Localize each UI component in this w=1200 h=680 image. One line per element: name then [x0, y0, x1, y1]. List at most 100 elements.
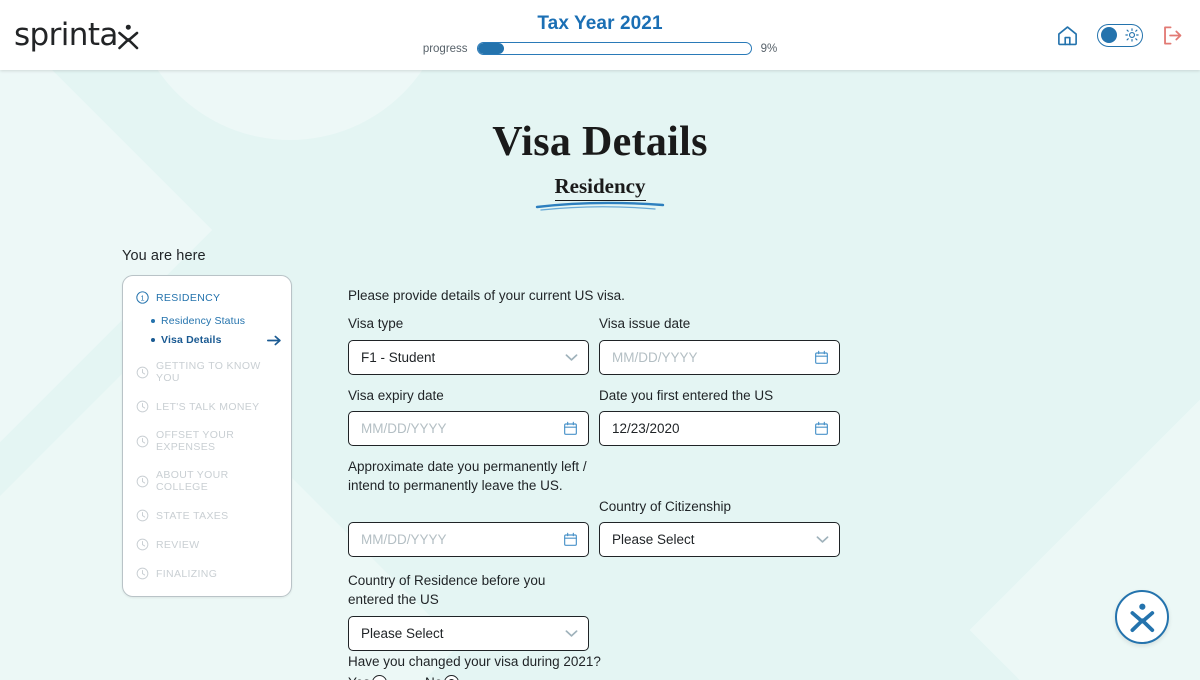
visa-changed-radio-group: Yes No — [348, 675, 601, 680]
visa-type-value: F1 - Student — [361, 349, 436, 365]
clock-icon — [136, 538, 149, 551]
radio-label: No — [425, 675, 442, 680]
sidebar-item-about-your-college[interactable]: ABOUT YOUR COLLEGE — [136, 469, 278, 493]
sidebar-item-state-taxes[interactable]: STATE TAXES — [136, 509, 278, 522]
numbered-circle-icon: 1 — [136, 291, 149, 304]
visa-expiry-date-value: MM/DD/YYYY — [361, 421, 447, 437]
clock-icon — [136, 475, 149, 488]
field-date-first-entered-us: Date you first entered the US 12/23/2020 — [599, 387, 840, 447]
page-subtitle-wrap: Residency — [0, 174, 1200, 211]
sprintax-help-icon — [1127, 601, 1157, 633]
calendar-icon[interactable] — [814, 350, 829, 365]
clock-icon — [136, 435, 149, 448]
sun-icon — [1125, 28, 1139, 42]
date-first-entered-us-input[interactable]: 12/23/2020 — [599, 411, 840, 447]
country-of-residence-select[interactable]: Please Select — [348, 616, 589, 652]
sidebar-subitem-residency-status[interactable]: Residency Status — [151, 315, 278, 327]
sidebar-item-label: ABOUT YOUR COLLEGE — [156, 469, 229, 493]
chevron-down-icon — [565, 353, 578, 362]
page-subtitle: Residency — [554, 174, 646, 201]
field-country-of-residence: Country of Residence before you entered … — [348, 572, 589, 652]
radio-label: Yes — [348, 675, 370, 680]
home-icon[interactable] — [1056, 24, 1079, 47]
visa-expiry-date-input[interactable]: MM/DD/YYYY — [348, 411, 589, 447]
tax-year-title: Tax Year 2021 — [537, 13, 663, 34]
sidebar-item-label: LET'S TALK MONEY — [156, 400, 260, 413]
sprintax-help-button[interactable] — [1115, 590, 1169, 644]
field-label: Approximate date you permanently left / … — [348, 459, 587, 493]
radio-button-yes[interactable] — [372, 675, 388, 680]
progress-percent-text: 9% — [760, 42, 778, 55]
chevron-down-icon — [565, 629, 578, 638]
sidebar-item-label: RESIDENCY — [156, 291, 221, 304]
field-label: Visa type — [348, 316, 404, 331]
country-of-citizenship-select[interactable]: Please Select — [599, 522, 840, 558]
field-label: Visa issue date — [599, 316, 691, 331]
date-first-entered-us-value: 12/23/2020 — [612, 421, 680, 437]
dark-light-mode-toggle[interactable] — [1097, 23, 1143, 47]
country-of-citizenship-value: Please Select — [612, 532, 695, 548]
logo-wordmark: sprinta — [14, 16, 139, 53]
date-left-us-value: MM/DD/YYYY — [361, 532, 447, 548]
progress-sidebar: You are here 1 RESIDENCY Residency Statu… — [122, 248, 292, 597]
field-label: Country of Citizenship — [599, 498, 732, 514]
sidebar-item-offset-your-expenses[interactable]: OFFSET YOUR EXPENSES — [136, 429, 278, 453]
sidebar-item-finalizing[interactable]: FINALIZING — [136, 567, 278, 580]
sidebar-item-review[interactable]: REVIEW — [136, 538, 278, 551]
subtitle-swoosh-decoration — [535, 201, 665, 211]
sidebar-subitem-label: Visa Details — [161, 334, 222, 346]
visa-type-select[interactable]: F1 - Student — [348, 339, 589, 375]
clock-icon — [136, 366, 149, 379]
calendar-icon[interactable] — [563, 421, 578, 436]
sprintax-logo[interactable]: sprinta — [0, 16, 300, 53]
calendar-icon[interactable] — [563, 532, 578, 547]
field-visa-type: Visa type F1 - Student — [348, 315, 589, 375]
chevron-down-icon — [816, 535, 829, 544]
progress-row: progress 9% — [423, 42, 777, 55]
radio-button-no[interactable] — [444, 675, 460, 680]
radio-option-yes[interactable]: Yes — [348, 675, 388, 680]
sidebar-subitem-visa-details[interactable]: Visa Details — [151, 334, 281, 346]
calendar-icon[interactable] — [814, 421, 829, 436]
clock-icon — [136, 509, 149, 522]
form-row-2: Visa expiry date MM/DD/YYYY Date you fir… — [348, 387, 848, 447]
sidebar-item-lets-talk-money[interactable]: LET'S TALK MONEY — [136, 400, 278, 413]
visa-issue-date-input[interactable]: MM/DD/YYYY — [599, 339, 840, 375]
field-visa-expiry-date: Visa expiry date MM/DD/YYYY — [348, 387, 589, 447]
form-row-1: Visa type F1 - Student Visa issue date M… — [348, 315, 848, 375]
arrow-right-icon — [267, 334, 282, 347]
sidebar-item-label: FINALIZING — [156, 567, 218, 580]
date-left-us-input[interactable]: MM/DD/YYYY — [348, 522, 589, 558]
sidebar-item-label: REVIEW — [156, 538, 200, 551]
field-label: Visa expiry date — [348, 387, 444, 403]
field-date-left-us: Approximate date you permanently left / … — [348, 458, 589, 558]
sprintax-x-person-icon — [117, 22, 139, 49]
app-header: sprinta Tax Year 2021 progress 9% — [0, 0, 1200, 70]
clock-icon — [136, 567, 149, 580]
progress-bar — [476, 42, 752, 55]
visa-changed-question: Have you changed your visa during 2021? — [348, 654, 601, 669]
field-label: Country of Residence before you entered … — [348, 573, 546, 607]
sidebar-subitem-label: Residency Status — [161, 315, 246, 327]
sidebar-heading: You are here — [122, 248, 206, 264]
logo-text-label: sprinta — [14, 16, 118, 53]
sidebar-item-label: GETTING TO KNOW YOU — [156, 360, 261, 384]
bullet-icon — [151, 338, 155, 342]
sidebar-item-residency[interactable]: 1 RESIDENCY — [136, 291, 278, 304]
svg-text:1: 1 — [140, 293, 144, 302]
page-title: Visa Details — [492, 119, 708, 165]
sidebar-item-getting-to-know-you[interactable]: GETTING TO KNOW YOU — [136, 360, 278, 384]
sidebar-item-label: STATE TAXES — [156, 509, 229, 522]
header-actions — [900, 23, 1200, 47]
logout-icon[interactable] — [1161, 24, 1184, 47]
sidebar-nav-card: 1 RESIDENCY Residency Status Visa Detail… — [122, 275, 292, 597]
form-intro-text: Please provide details of your current U… — [348, 288, 625, 303]
visa-issue-date-value: MM/DD/YYYY — [612, 349, 698, 365]
sidebar-item-label: OFFSET YOUR EXPENSES — [156, 429, 235, 453]
radio-option-no[interactable]: No — [425, 675, 460, 680]
main-content: Visa Details Residency You are here 1 RE… — [0, 70, 1200, 680]
progress-bar-fill — [477, 43, 504, 54]
form-row-3: Approximate date you permanently left / … — [348, 458, 848, 558]
field-visa-issue-date: Visa issue date MM/DD/YYYY — [599, 315, 840, 375]
form-row-4: Country of Residence before you entered … — [348, 572, 848, 652]
